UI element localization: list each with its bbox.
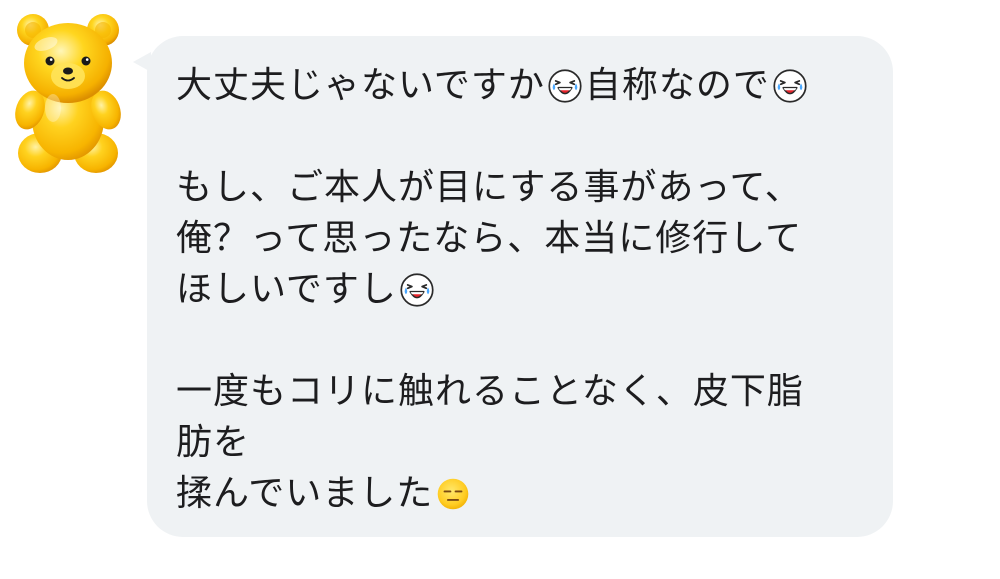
- message-text-segment: 大丈夫じゃないですか: [176, 65, 545, 106]
- message-line: 大丈夫じゃないですか 自称なので: [176, 60, 866, 111]
- message-text-segment: 肪を: [176, 422, 251, 463]
- message-line: 揉んでいました: [176, 468, 866, 519]
- message-text-segment: 自称なので: [584, 65, 770, 106]
- expressionless-face-emoji: [437, 478, 469, 509]
- chat-screen: 大丈夫じゃないですか 自称なので もし、ご本人が目にする事があって、 俺？って思っ…: [0, 0, 1000, 579]
- yellow-gummy-bear-icon: [15, 14, 121, 173]
- message-text: 大丈夫じゃないですか 自称なので もし、ご本人が目にする事があって、 俺？って思っ…: [176, 60, 866, 519]
- message-line: 肪を: [176, 417, 866, 468]
- message-line: ほしいですし: [176, 264, 866, 315]
- message-text-segment: もし、ご本人が目にする事があって、: [176, 167, 802, 208]
- sender-avatar[interactable]: [8, 8, 128, 178]
- laughing-crying-face-emoji: [548, 68, 582, 103]
- message-line: 俺？って思ったなら、本当に修行して: [176, 213, 866, 264]
- laughing-crying-face-emoji: [400, 272, 434, 307]
- laughing-crying-face-emoji: [773, 68, 807, 103]
- message-text-segment: ほしいですし: [176, 269, 397, 310]
- message-line: 一度もコリに触れることなく、皮下脂: [176, 366, 866, 417]
- message-text-segment: 一度もコリに触れることなく、皮下脂: [176, 371, 804, 412]
- message-text-segment: 揉んでいました: [176, 473, 434, 514]
- message-text-segment: 俺？って思ったなら、本当に修行して: [176, 218, 803, 259]
- message-line: もし、ご本人が目にする事があって、: [176, 162, 866, 213]
